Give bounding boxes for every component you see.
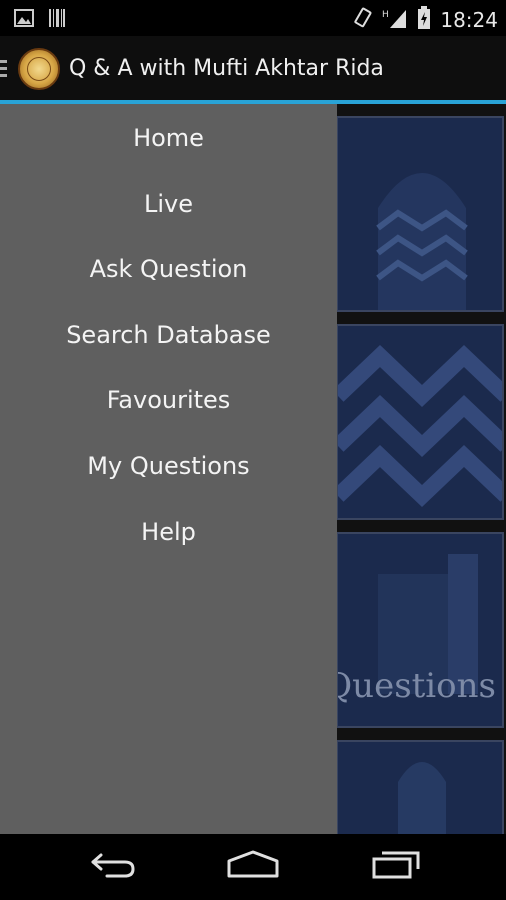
- back-icon: [87, 849, 137, 883]
- clock: 18:24: [440, 8, 498, 32]
- app-title: Q & A with Mufti Akhtar Rida: [69, 56, 384, 81]
- back-button[interactable]: [82, 844, 142, 888]
- drawer-item-ask-question[interactable]: Ask Question: [0, 239, 337, 299]
- rotation-lock-icon: [351, 7, 373, 33]
- recents-icon: [370, 849, 422, 883]
- barcode-icon: [48, 8, 66, 32]
- navigation-drawer: Home Live Ask Question Search Database F…: [0, 104, 337, 834]
- tile-4[interactable]: [336, 740, 504, 834]
- status-bar: H 18:24: [0, 0, 506, 36]
- drawer-item-help[interactable]: Help: [0, 502, 337, 562]
- battery-charging-icon: [417, 6, 431, 34]
- signal-h-icon: H: [382, 7, 408, 33]
- svg-text:H: H: [382, 10, 389, 20]
- recents-button[interactable]: [366, 844, 426, 888]
- drawer-item-favourites[interactable]: Favourites: [0, 370, 337, 430]
- tile-label: Questions: [336, 666, 496, 706]
- gallery-icon: [14, 8, 34, 32]
- tile-2[interactable]: [336, 324, 504, 520]
- tile-3[interactable]: Questions: [336, 532, 504, 728]
- home-icon: [225, 849, 281, 883]
- system-nav-bar: [0, 834, 506, 900]
- tile-1[interactable]: [336, 116, 504, 312]
- drawer-item-search-database[interactable]: Search Database: [0, 305, 337, 365]
- drawer-item-home[interactable]: Home: [0, 108, 337, 168]
- home-button[interactable]: [223, 844, 283, 888]
- drawer-item-my-questions[interactable]: My Questions: [0, 436, 337, 496]
- drawer-indicator-icon[interactable]: [0, 58, 10, 84]
- app-logo[interactable]: [18, 48, 60, 90]
- drawer-item-live[interactable]: Live: [0, 174, 337, 234]
